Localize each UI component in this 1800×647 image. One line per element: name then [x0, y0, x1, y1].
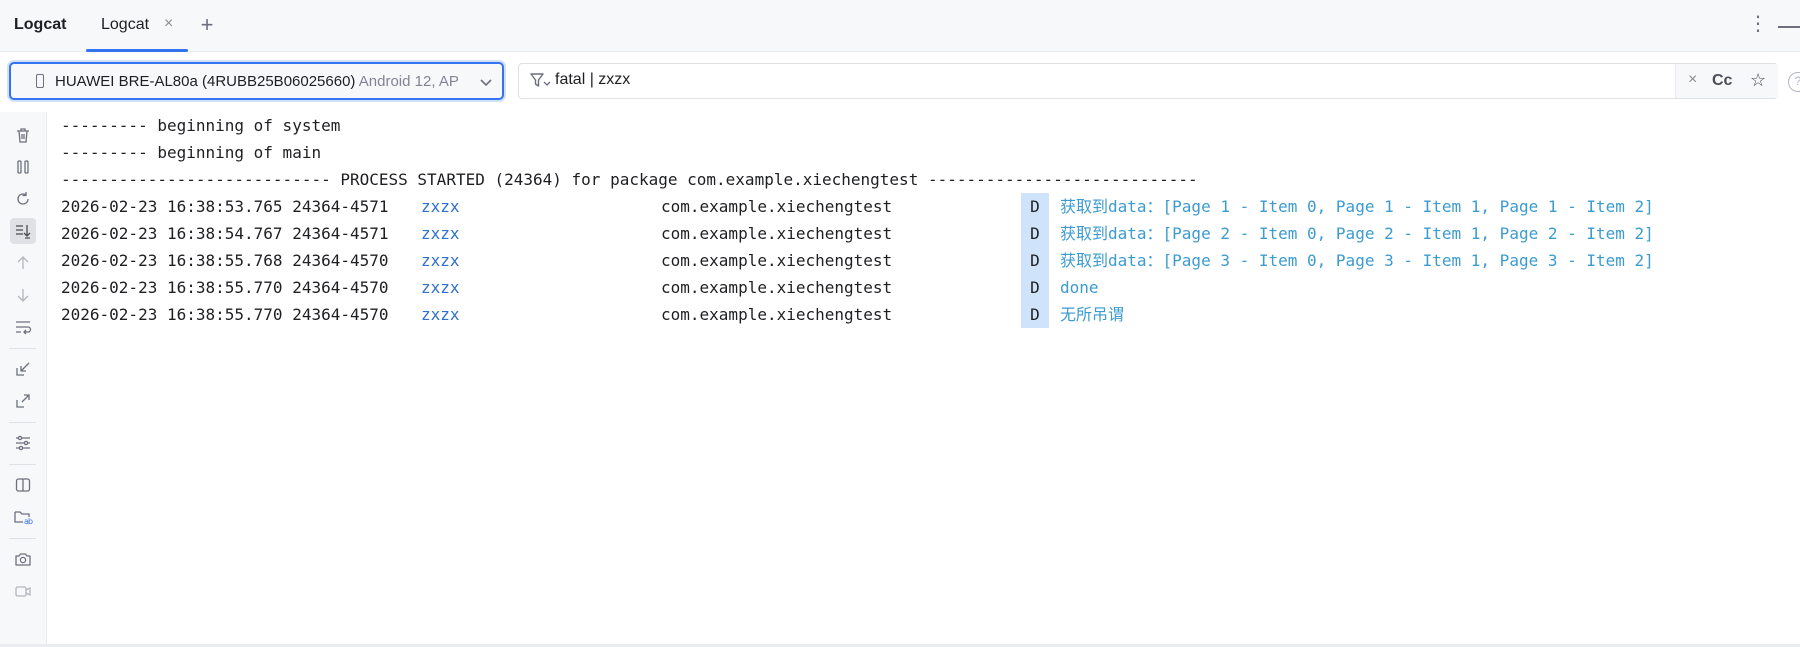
device-name: HUAWEI BRE-AL80a (4RUBB25B06025660): [55, 73, 356, 90]
log-entry: 2026-02-23 16:38:55.770 24364-4570 zxzx …: [48, 301, 1800, 328]
active-tab-indicator: [86, 49, 188, 52]
device-os: Android 12, AP: [358, 73, 459, 90]
log-tag: zxzx: [421, 251, 460, 270]
add-tab-icon[interactable]: +: [196, 12, 218, 38]
log-package: com.example.xiechengtest: [661, 197, 893, 216]
filter-query[interactable]: fatal | zxzx: [555, 71, 630, 89]
log-level-badge: D: [1021, 274, 1049, 301]
tab-label: Logcat: [101, 16, 150, 33]
more-options-icon[interactable]: ⋮: [1748, 12, 1768, 36]
log-tag: zxzx: [421, 305, 460, 324]
log-timestamp: 2026-02-23 16:38:55.768 24364-4570: [61, 251, 389, 270]
svg-text:b: b: [28, 517, 33, 526]
logcat-output[interactable]: --------- beginning of system --------- …: [48, 112, 1800, 645]
log-tag: zxzx: [421, 224, 460, 243]
screen-record-icon[interactable]: [10, 578, 36, 604]
pause-icon[interactable]: [10, 154, 36, 180]
toolbar-divider: [9, 464, 36, 465]
split-panels-icon[interactable]: [10, 472, 36, 498]
tool-window-header: Logcat Logcat × + ⋮: [0, 0, 1800, 52]
clear-filter-icon[interactable]: ×: [1688, 71, 1697, 89]
trash-icon[interactable]: [10, 122, 36, 148]
settings-icon[interactable]: [10, 430, 36, 456]
toolbar-divider: [9, 348, 36, 349]
help-icon[interactable]: ?: [1788, 72, 1800, 92]
log-timestamp: 2026-02-23 16:38:55.770 24364-4570: [61, 278, 389, 297]
log-header-line: --------- beginning of system: [61, 116, 341, 135]
filter-actions: × Cc ☆: [1675, 64, 1778, 98]
import-icon[interactable]: [10, 356, 36, 382]
log-timestamp: 2026-02-23 16:38:53.765 24364-4571: [61, 197, 389, 216]
down-arrow-icon[interactable]: [10, 282, 36, 308]
device-selector-text: HUAWEI BRE-AL80a (4RUBB25B06025660) Andr…: [55, 73, 460, 90]
process-started-line: ---------------------------- PROCESS STA…: [61, 170, 1198, 189]
log-tag: zxzx: [421, 278, 460, 297]
log-message: 无所吊谓: [1060, 305, 1125, 324]
log-level-badge: D: [1021, 193, 1049, 220]
tab-logcat[interactable]: Logcat ×: [86, 0, 188, 52]
log-message: done: [1060, 278, 1099, 297]
filter-icon[interactable]: [529, 72, 551, 90]
log-level-badge: D: [1021, 247, 1049, 274]
log-entry: 2026-02-23 16:38:55.768 24364-4570 zxzx …: [48, 247, 1800, 274]
close-icon[interactable]: ×: [164, 15, 173, 33]
phone-icon: [36, 74, 44, 88]
log-timestamp: 2026-02-23 16:38:55.770 24364-4570: [61, 305, 389, 324]
up-arrow-icon[interactable]: [10, 250, 36, 276]
screenshot-icon[interactable]: [10, 546, 36, 572]
log-message: 获取到data：[Page 3 - Item 0, Page 3 - Item …: [1060, 251, 1654, 270]
log-timestamp: 2026-02-23 16:38:54.767 24364-4571: [61, 224, 389, 243]
log-package: com.example.xiechengtest: [661, 305, 893, 324]
minimize-icon[interactable]: [1778, 26, 1800, 28]
log-entry: 2026-02-23 16:38:55.770 24364-4570 zxzx …: [48, 274, 1800, 301]
tool-window-title: Logcat: [14, 16, 67, 33]
log-message: 获取到data：[Page 1 - Item 0, Page 1 - Item …: [1060, 197, 1654, 216]
log-header-line: --------- beginning of main: [61, 143, 322, 162]
toolbar-divider: [9, 422, 36, 423]
log-package: com.example.xiechengtest: [661, 251, 893, 270]
folder-icon[interactable]: ab: [10, 504, 36, 530]
scroll-to-end-icon[interactable]: [10, 218, 36, 244]
favorite-filter-icon[interactable]: ☆: [1750, 70, 1766, 91]
match-case-icon[interactable]: Cc: [1712, 72, 1732, 90]
soft-wrap-icon[interactable]: [10, 314, 36, 340]
logcat-filter-input[interactable]: fatal | zxzx × Cc ☆: [518, 63, 1778, 99]
log-entry: 2026-02-23 16:38:54.767 24364-4571 zxzx …: [48, 220, 1800, 247]
toolbar-divider: [9, 538, 36, 539]
device-selector[interactable]: HUAWEI BRE-AL80a (4RUBB25B06025660) Andr…: [9, 62, 504, 100]
restart-icon[interactable]: [10, 186, 36, 212]
log-message: 获取到data：[Page 2 - Item 0, Page 2 - Item …: [1060, 224, 1654, 243]
logcat-toolbar: ab: [0, 112, 47, 645]
chevron-down-icon: [480, 79, 492, 87]
log-package: com.example.xiechengtest: [661, 224, 893, 243]
log-tag: zxzx: [421, 197, 460, 216]
log-level-badge: D: [1021, 301, 1049, 328]
export-icon[interactable]: [10, 388, 36, 414]
log-package: com.example.xiechengtest: [661, 278, 893, 297]
log-entry: 2026-02-23 16:38:53.765 24364-4571 zxzx …: [48, 193, 1800, 220]
log-level-badge: D: [1021, 220, 1049, 247]
